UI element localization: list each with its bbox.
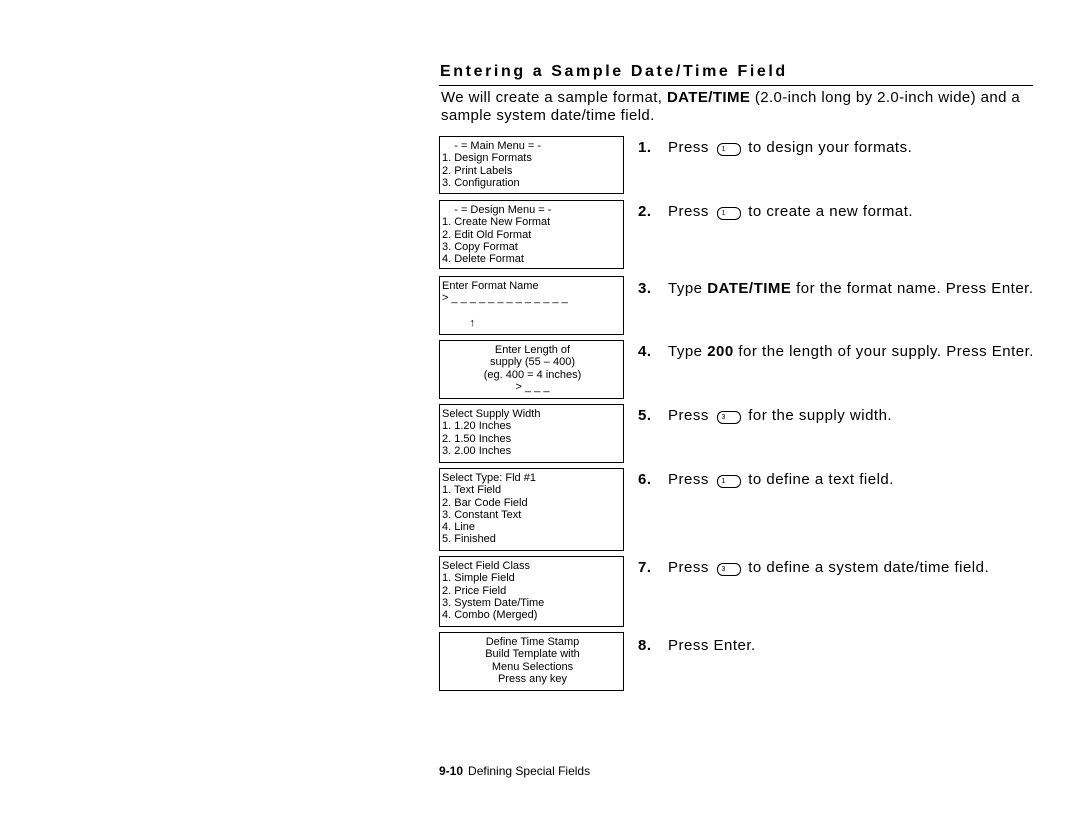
- screen-line: 2. Edit Old Format: [442, 228, 532, 241]
- lcd-screen: Define Time Stamp Build Template with Menu…: [439, 632, 624, 691]
- step-text-pre: Press: [668, 139, 709, 156]
- screen-line: 1. Text Field: [442, 484, 502, 497]
- step-text-pre: Type: [668, 343, 708, 360]
- step: 6. Press 1 to define a text field.: [638, 471, 1038, 489]
- screen-line: - = Design Menu = -: [442, 204, 552, 216]
- step: 1. Press 1 to design your formats.: [638, 139, 1038, 157]
- step-text: Type 200 for the length of your supply. …: [668, 343, 1038, 361]
- screen-line: Enter Format Name: [442, 280, 539, 292]
- screen-line: 3. Constant Text: [442, 508, 522, 521]
- screen-line: 2. Bar Code Field: [442, 496, 528, 509]
- screen-line: Menu Selections: [491, 660, 574, 673]
- section-title: Entering a Sample Date/Time Field: [440, 63, 788, 80]
- step-text: Press 1 to define a text field.: [668, 471, 1038, 489]
- screen-line: > _ _ _ _ _ _ _ _ _ _ _ _ _: [442, 292, 568, 305]
- screen-line: 3. Configuration: [442, 176, 520, 189]
- keypad-key-icon: 3: [716, 563, 741, 576]
- screen-line: ↑: [442, 316, 476, 329]
- intro-bold: DATE/TIME: [666, 89, 751, 106]
- screen-line: Select Type: Fld #1: [442, 472, 536, 484]
- screen-line: Select Field Class: [442, 560, 531, 572]
- page-footer: 9-10 Defining Special Fields: [439, 764, 590, 778]
- screen-line: 1. Design Formats: [442, 152, 532, 165]
- step-bold: DATE/TIME: [707, 280, 792, 297]
- step: 4. Type 200 for the length of your supply…: [638, 343, 1038, 361]
- lcd-screen: - = Design Menu = -1. Create New Format 2…: [439, 200, 624, 269]
- screen-line: 4. Combo (Merged): [442, 609, 538, 622]
- screen-line: 2. Print Labels: [442, 164, 513, 177]
- step-text: Press 3 to define a system date/time fie…: [668, 559, 1038, 577]
- step-number: 1.: [638, 139, 652, 156]
- keypad-key-icon: 1: [716, 207, 741, 220]
- screen-line: Build Template with: [485, 648, 580, 661]
- screen-line: 1. Simple Field: [442, 572, 515, 585]
- lcd-screen: - = Main Menu = -1. Design Formats 2. Pri…: [439, 136, 624, 194]
- screen-line: Press any key: [497, 672, 568, 685]
- document-page: Entering a Sample Date/Time Field We wil…: [0, 0, 1080, 834]
- lcd-screen: Enter Length of supply (55 – 400) (eg. 400…: [439, 340, 624, 399]
- screen-line: Select Supply Width: [442, 408, 541, 420]
- step-number: 4.: [638, 343, 652, 360]
- screen-line: [442, 305, 623, 317]
- screen-line: > _ _ _: [515, 380, 550, 393]
- step-number: 2.: [638, 203, 652, 220]
- screen-line: 1. Create New Format: [442, 216, 551, 229]
- screen-line: 3. Copy Format: [442, 240, 518, 253]
- step-text-post: for the supply width.: [748, 407, 893, 424]
- step-text: Type DATE/TIME for the format name. Pres…: [668, 280, 1038, 298]
- step-number: 5.: [638, 407, 652, 424]
- step-text-post: to define a system date/time field.: [748, 559, 990, 576]
- page-number: 9-10: [439, 764, 464, 778]
- screen-line: 4. Delete Format: [442, 253, 524, 266]
- screen-line: Define Time Stamp: [485, 636, 580, 648]
- step-text-post: for the length of your supply. Press Ent…: [733, 343, 1034, 360]
- step-text-pre: Press: [668, 471, 709, 488]
- step-text: Press 3 for the supply width.: [668, 407, 1038, 425]
- lcd-screen: Enter Format Name > _ _ _ _ _ _ _ _ _ _ _…: [439, 276, 624, 335]
- lcd-screen: Select Type: Fld #1 1. Text Field 2. Bar C…: [439, 468, 624, 551]
- step-text-post: to create a new format.: [748, 203, 914, 220]
- intro-paragraph: We will create a sample format, DATE/TIM…: [441, 89, 1041, 125]
- step-text: Press 1 to design your formats.: [668, 139, 1038, 157]
- step-text-post: to define a text field.: [748, 471, 894, 488]
- step-text-post: for the format name. Press Enter.: [791, 280, 1034, 297]
- screen-line: 1. 1.20 Inches: [442, 420, 512, 433]
- step-text: Press 1 to create a new format.: [668, 203, 1038, 221]
- step-text: Press Enter.: [668, 637, 1038, 655]
- screen-line: 4. Line: [442, 521, 476, 534]
- step: 8. Press Enter.: [638, 637, 1038, 655]
- screen-line: 2. 1.50 Inches: [442, 432, 512, 445]
- screen-line: 2. Price Field: [442, 584, 507, 597]
- screen-line: - = Main Menu = -: [442, 140, 542, 152]
- step-text-pre: Type: [668, 280, 708, 297]
- step-text-pre: Press: [668, 203, 709, 220]
- step-number: 8.: [638, 637, 652, 654]
- step-number: 3.: [638, 280, 652, 297]
- step: 5. Press 3 for the supply width.: [638, 407, 1038, 425]
- step-number: 7.: [638, 559, 652, 576]
- screen-line: Enter Length of: [494, 344, 571, 356]
- screen-line: (eg. 400 = 4 inches): [483, 368, 582, 381]
- screen-line: 3. System Date/Time: [442, 596, 545, 609]
- step-text-pre: Press: [668, 559, 709, 576]
- keypad-key-icon: 1: [716, 475, 741, 488]
- step-number: 6.: [638, 471, 652, 488]
- screen-line: 5. Finished: [442, 533, 496, 546]
- step-text-post: to design your formats.: [748, 139, 913, 156]
- step: 2. Press 1 to create a new format.: [638, 203, 1038, 221]
- footer-section: Defining Special Fields: [468, 764, 591, 778]
- keypad-key-icon: 1: [716, 143, 741, 156]
- step-text-pre: Press Enter.: [668, 637, 756, 654]
- step-bold: 200: [707, 343, 734, 360]
- keypad-key-icon: 3: [716, 411, 741, 424]
- step-text-pre: Press: [668, 407, 709, 424]
- intro-text: We will create a sample format,: [441, 89, 667, 106]
- lcd-screen: Select Field Class 1. Simple Field 2. Pric…: [439, 556, 624, 627]
- lcd-screen: Select Supply Width 1. 1.20 Inches 2. 1.50…: [439, 404, 624, 463]
- screen-line: supply (55 – 400): [490, 356, 575, 369]
- step: 3. Type DATE/TIME for the format name. Pr…: [638, 280, 1038, 298]
- screen-line: 3. 2.00 Inches: [442, 444, 512, 457]
- title-rule: [439, 85, 1033, 86]
- step: 7. Press 3 to define a system date/time f…: [638, 559, 1038, 577]
